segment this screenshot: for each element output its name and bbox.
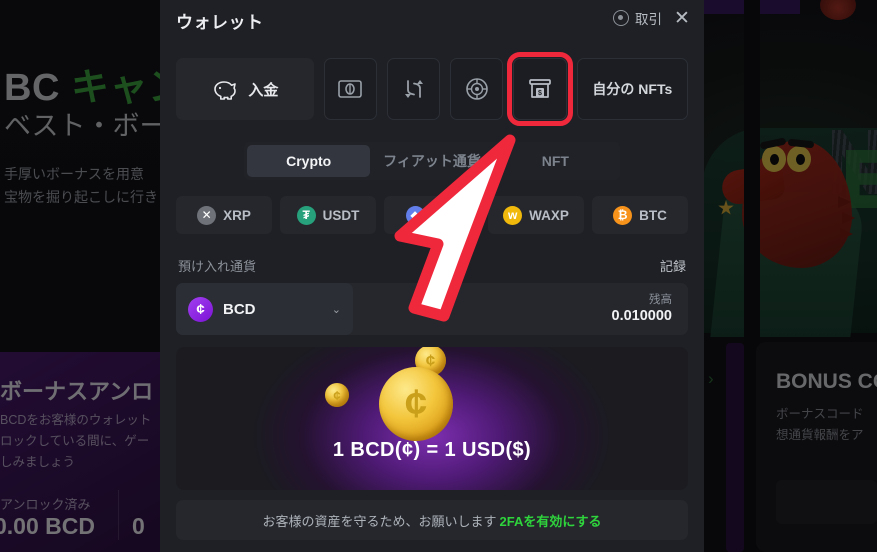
piggy-bank-icon [214, 81, 237, 100]
trade-link[interactable]: 取引 [613, 8, 662, 28]
currency-balance-row: ¢ BCD ⌄ 残高 0.010000 [176, 283, 688, 335]
wallet-modal-header: ウォレット 取引 ✕ [160, 0, 704, 44]
currency-section-header: 預け入れ通貨 記録 [178, 256, 686, 275]
usdt-icon: ₮ [296, 205, 316, 225]
coin-chip-eth[interactable]: ◆ ETH [384, 196, 480, 234]
wallet-modal: ウォレット 取引 ✕ 入金 $ 自分の NFTs Crypto フィアット通貨 … [160, 0, 704, 552]
coin-label-xrp: XRP [223, 207, 251, 223]
wallet-tabbar: Crypto フィアット通貨 NFT [244, 142, 620, 180]
balance-label: 残高 [649, 294, 672, 306]
twofa-notice-text: お客様の資産を守るため、お願いします [262, 513, 497, 529]
coin-label-btc: BTC [639, 207, 667, 223]
coin-chip-waxp[interactable]: w WAXP [488, 196, 584, 234]
swap-button[interactable] [387, 58, 441, 120]
my-nfts-button[interactable]: 自分の NFTs [576, 58, 688, 120]
currency-select[interactable]: ¢ BCD ⌄ [176, 283, 353, 335]
cashier-icon: $ [529, 79, 551, 98]
currency-selected-code: BCD [223, 300, 256, 318]
bcd-icon: ¢ [188, 296, 213, 322]
banknote-icon [338, 80, 363, 98]
twofa-enable-link[interactable]: 2FAを有効にする [500, 511, 602, 530]
trade-icon [613, 10, 629, 26]
coin-chip-row: ✕ XRP ₮ USDT ◆ ETH w WAXP ₿ BTC [176, 196, 688, 234]
record-link[interactable]: 記録 [660, 256, 686, 275]
btc-icon: ₿ [613, 205, 633, 225]
bcd-rate-text: 1 BCD(¢) = 1 USD($) [332, 439, 532, 461]
coin-chip-usdt[interactable]: ₮ USDT [280, 196, 376, 234]
coin-label-waxp: WAXP [529, 207, 569, 223]
coin-label-eth: ETH [431, 207, 459, 223]
wheel-button[interactable] [450, 58, 504, 120]
wheel-icon [466, 78, 488, 100]
wallet-header-actions: 取引 ✕ [613, 6, 694, 30]
coin-decor-large: ¢ [379, 367, 453, 441]
bcd-rate-banner[interactable]: ¢ ¢ ¢ 1 BCD(¢) = 1 USD($) [176, 347, 688, 490]
coin-decor-small: ¢ [325, 383, 349, 407]
swap-icon [404, 80, 423, 98]
cashier-button[interactable]: $ [507, 52, 573, 126]
deposit-button[interactable]: 入金 [176, 58, 314, 120]
coin-chip-btc[interactable]: ₿ BTC [592, 196, 688, 234]
xrp-icon: ✕ [197, 205, 217, 225]
deposit-currency-label: 預け入れ通貨 [178, 259, 257, 274]
deposit-label: 入金 [248, 81, 279, 99]
close-icon[interactable]: ✕ [670, 6, 694, 30]
wallet-title: ウォレット [176, 13, 264, 32]
tab-fiat[interactable]: フィアット通貨 [370, 145, 493, 177]
waxp-icon: w [503, 205, 523, 225]
eth-icon: ◆ [405, 205, 425, 225]
tab-nft[interactable]: NFT [494, 145, 617, 177]
coin-label-usdt: USDT [322, 207, 360, 223]
twofa-notice[interactable]: お客様の資産を守るため、お願いします 2FAを有効にする [176, 500, 688, 540]
svg-text:$: $ [538, 90, 542, 97]
chevron-down-icon: ⌄ [331, 303, 341, 316]
balance-display: 残高 0.010000 [612, 293, 688, 325]
trade-label: 取引 [635, 12, 662, 27]
balance-value: 0.010000 [611, 308, 672, 324]
banknote-button[interactable] [323, 58, 378, 120]
coin-chip-xrp[interactable]: ✕ XRP [176, 196, 272, 234]
tab-crypto[interactable]: Crypto [247, 145, 371, 177]
wallet-action-bar: 入金 $ 自分の NFTs [176, 52, 688, 126]
screen-root: BC キャン ベスト・ボー 手厚いボーナスを用意 宝物を掘り起こしに行き ボーナ… [0, 0, 877, 552]
